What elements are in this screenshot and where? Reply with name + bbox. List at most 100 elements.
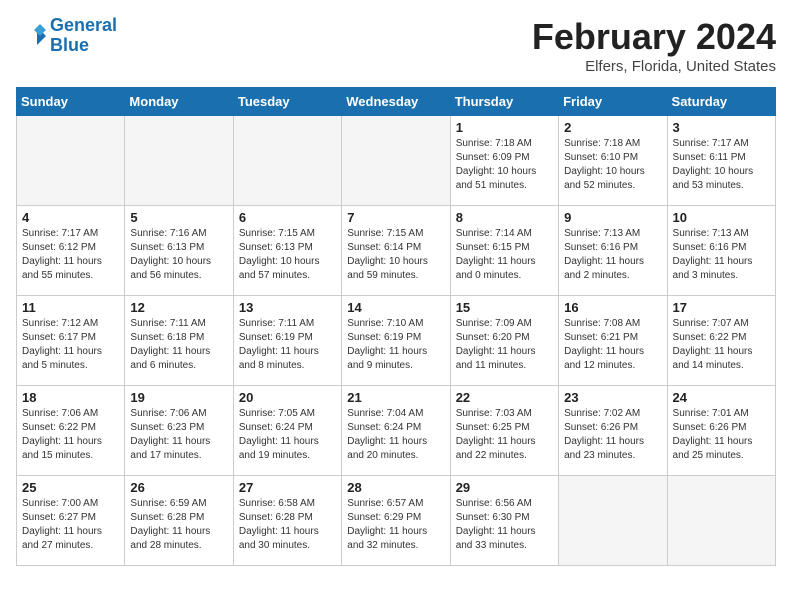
day-number: 4: [22, 210, 119, 225]
calendar-cell: [233, 116, 341, 206]
calendar-cell: 6Sunrise: 7:15 AMSunset: 6:13 PMDaylight…: [233, 206, 341, 296]
calendar-week-0: 1 Sunrise: 7:18 AMSunset: 6:09 PMDaylight…: [17, 116, 776, 206]
day-number: 16: [564, 300, 661, 315]
logo-icon: [16, 21, 46, 51]
calendar-cell: 15 Sunrise: 7:09 AMSunset: 6:20 PMDayligh…: [450, 296, 558, 386]
calendar-cell: 28 Sunrise: 6:57 AMSunset: 6:29 PMDayligh…: [342, 476, 450, 566]
calendar-cell: 21 Sunrise: 7:04 AMSunset: 6:24 PMDayligh…: [342, 386, 450, 476]
calendar-cell: [667, 476, 775, 566]
day-number: 17: [673, 300, 770, 315]
day-detail: Sunrise: 7:16 AMSunset: 6:13 PMDaylight:…: [130, 227, 227, 283]
day-detail: Sunrise: 7:06 AMSunset: 6:22 PMDaylight:…: [22, 407, 119, 463]
calendar-header-row: SundayMondayTuesdayWednesdayThursdayFrid…: [17, 88, 776, 116]
calendar-cell: 3 Sunrise: 7:17 AMSunset: 6:11 PMDaylight…: [667, 116, 775, 206]
day-detail: Sunrise: 7:17 AMSunset: 6:11 PMDaylight:…: [673, 137, 770, 193]
calendar-cell: 12 Sunrise: 7:11 AMSunset: 6:18 PMDayligh…: [125, 296, 233, 386]
day-detail: Sunrise: 6:57 AMSunset: 6:29 PMDaylight:…: [347, 497, 444, 553]
day-detail: Sunrise: 7:04 AMSunset: 6:24 PMDaylight:…: [347, 407, 444, 463]
calendar-cell: 14Sunrise: 7:10 AMSunset: 6:19 PMDayligh…: [342, 296, 450, 386]
day-number: 29: [456, 480, 553, 495]
day-detail: Sunrise: 7:11 AMSunset: 6:18 PMDaylight:…: [130, 317, 227, 373]
calendar-cell: 29 Sunrise: 6:56 AMSunset: 6:30 PMDayligh…: [450, 476, 558, 566]
day-detail: Sunrise: 7:13 AMSunset: 6:16 PMDaylight:…: [673, 227, 770, 283]
day-number: 13: [239, 300, 336, 315]
day-number: 21: [347, 390, 444, 405]
day-detail: Sunrise: 7:11 AMSunset: 6:19 PMDaylight:…: [239, 317, 336, 373]
calendar-week-4: 25 Sunrise: 7:00 AMSunset: 6:27 PMDayligh…: [17, 476, 776, 566]
day-number: 25: [22, 480, 119, 495]
title-block: February 2024 Elfers, Florida, United St…: [532, 16, 776, 75]
calendar-body: 1 Sunrise: 7:18 AMSunset: 6:09 PMDaylight…: [17, 116, 776, 566]
day-number: 20: [239, 390, 336, 405]
calendar-cell: 9Sunrise: 7:13 AMSunset: 6:16 PMDaylight…: [559, 206, 667, 296]
calendar-cell: 2 Sunrise: 7:18 AMSunset: 6:10 PMDaylight…: [559, 116, 667, 206]
day-number: 19: [130, 390, 227, 405]
page-header: General Blue February 2024 Elfers, Flori…: [16, 16, 776, 75]
day-number: 23: [564, 390, 661, 405]
day-number: 5: [130, 210, 227, 225]
calendar-cell: 11 Sunrise: 7:12 AMSunset: 6:17 PMDayligh…: [17, 296, 125, 386]
day-number: 7: [347, 210, 444, 225]
calendar-cell: 4Sunrise: 7:17 AMSunset: 6:12 PMDaylight…: [17, 206, 125, 296]
weekday-header-friday: Friday: [559, 88, 667, 116]
day-number: 8: [456, 210, 553, 225]
weekday-header-monday: Monday: [125, 88, 233, 116]
calendar-week-1: 4Sunrise: 7:17 AMSunset: 6:12 PMDaylight…: [17, 206, 776, 296]
calendar-cell: 24 Sunrise: 7:01 AMSunset: 6:26 PMDayligh…: [667, 386, 775, 476]
calendar-cell: [125, 116, 233, 206]
calendar-cell: 16 Sunrise: 7:08 AMSunset: 6:21 PMDayligh…: [559, 296, 667, 386]
day-detail: Sunrise: 7:00 AMSunset: 6:27 PMDaylight:…: [22, 497, 119, 553]
day-detail: Sunrise: 7:09 AMSunset: 6:20 PMDaylight:…: [456, 317, 553, 373]
day-detail: Sunrise: 7:18 AMSunset: 6:10 PMDaylight:…: [564, 137, 661, 193]
day-detail: Sunrise: 7:01 AMSunset: 6:26 PMDaylight:…: [673, 407, 770, 463]
logo: General Blue: [16, 16, 117, 56]
calendar-cell: 5 Sunrise: 7:16 AMSunset: 6:13 PMDaylight…: [125, 206, 233, 296]
day-number: 10: [673, 210, 770, 225]
calendar-cell: 1 Sunrise: 7:18 AMSunset: 6:09 PMDaylight…: [450, 116, 558, 206]
day-detail: Sunrise: 7:07 AMSunset: 6:22 PMDaylight:…: [673, 317, 770, 373]
calendar-cell: [342, 116, 450, 206]
day-number: 27: [239, 480, 336, 495]
day-detail: Sunrise: 7:05 AMSunset: 6:24 PMDaylight:…: [239, 407, 336, 463]
calendar-cell: 10 Sunrise: 7:13 AMSunset: 6:16 PMDayligh…: [667, 206, 775, 296]
day-detail: Sunrise: 7:18 AMSunset: 6:09 PMDaylight:…: [456, 137, 553, 193]
day-detail: Sunrise: 6:58 AMSunset: 6:28 PMDaylight:…: [239, 497, 336, 553]
day-number: 14: [347, 300, 444, 315]
day-number: 28: [347, 480, 444, 495]
day-detail: Sunrise: 7:15 AMSunset: 6:14 PMDaylight:…: [347, 227, 444, 283]
day-number: 18: [22, 390, 119, 405]
day-detail: Sunrise: 7:08 AMSunset: 6:21 PMDaylight:…: [564, 317, 661, 373]
day-detail: Sunrise: 7:03 AMSunset: 6:25 PMDaylight:…: [456, 407, 553, 463]
calendar-cell: 20 Sunrise: 7:05 AMSunset: 6:24 PMDayligh…: [233, 386, 341, 476]
location: Elfers, Florida, United States: [532, 58, 776, 75]
calendar-cell: 18 Sunrise: 7:06 AMSunset: 6:22 PMDayligh…: [17, 386, 125, 476]
calendar-cell: 27 Sunrise: 6:58 AMSunset: 6:28 PMDayligh…: [233, 476, 341, 566]
day-number: 3: [673, 120, 770, 135]
day-number: 11: [22, 300, 119, 315]
weekday-header-saturday: Saturday: [667, 88, 775, 116]
day-number: 24: [673, 390, 770, 405]
day-number: 1: [456, 120, 553, 135]
day-number: 22: [456, 390, 553, 405]
day-detail: Sunrise: 7:06 AMSunset: 6:23 PMDaylight:…: [130, 407, 227, 463]
calendar-cell: 7 Sunrise: 7:15 AMSunset: 6:14 PMDaylight…: [342, 206, 450, 296]
calendar-cell: 22 Sunrise: 7:03 AMSunset: 6:25 PMDayligh…: [450, 386, 558, 476]
calendar-cell: 25 Sunrise: 7:00 AMSunset: 6:27 PMDayligh…: [17, 476, 125, 566]
day-detail: Sunrise: 6:59 AMSunset: 6:28 PMDaylight:…: [130, 497, 227, 553]
day-number: 15: [456, 300, 553, 315]
calendar-cell: 13 Sunrise: 7:11 AMSunset: 6:19 PMDayligh…: [233, 296, 341, 386]
day-detail: Sunrise: 7:02 AMSunset: 6:26 PMDaylight:…: [564, 407, 661, 463]
calendar-cell: 17 Sunrise: 7:07 AMSunset: 6:22 PMDayligh…: [667, 296, 775, 386]
day-number: 9: [564, 210, 661, 225]
day-detail: Sunrise: 7:14 AMSunset: 6:15 PMDaylight:…: [456, 227, 553, 283]
weekday-header-wednesday: Wednesday: [342, 88, 450, 116]
day-number: 2: [564, 120, 661, 135]
weekday-header-sunday: Sunday: [17, 88, 125, 116]
month-title: February 2024: [532, 16, 776, 58]
day-number: 12: [130, 300, 227, 315]
calendar-cell: 26 Sunrise: 6:59 AMSunset: 6:28 PMDayligh…: [125, 476, 233, 566]
calendar-cell: 19 Sunrise: 7:06 AMSunset: 6:23 PMDayligh…: [125, 386, 233, 476]
day-detail: Sunrise: 7:12 AMSunset: 6:17 PMDaylight:…: [22, 317, 119, 373]
day-number: 26: [130, 480, 227, 495]
day-detail: Sunrise: 6:56 AMSunset: 6:30 PMDaylight:…: [456, 497, 553, 553]
